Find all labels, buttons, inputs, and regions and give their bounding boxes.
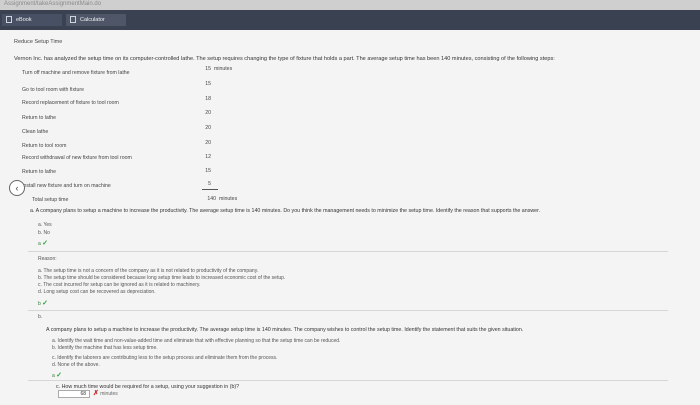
- total-value: 140: [207, 196, 216, 202]
- check-icon: ✓: [42, 240, 49, 247]
- step-unit: minutes: [214, 66, 233, 72]
- tab-calculator[interactable]: Calculator: [66, 14, 126, 26]
- calculator-icon: [70, 16, 76, 24]
- option-b[interactable]: c. Identify the laborers are contributin…: [52, 355, 277, 361]
- step-value: 20: [205, 110, 211, 116]
- step-label: Record withdrawal of new fixture from to…: [22, 155, 132, 161]
- question-b-label: b.: [38, 314, 43, 320]
- divider: [28, 310, 668, 311]
- url-text: Assignment/takeAssignmentMain.do: [4, 1, 102, 7]
- option-a-no[interactable]: b. No: [38, 230, 50, 236]
- reason-label: Reason:: [38, 256, 57, 262]
- reason-option[interactable]: c. The cost incurred for setup can be ig…: [38, 282, 200, 288]
- reason-option[interactable]: b. The setup time should be considered b…: [38, 275, 285, 281]
- answer-b: a ✓: [52, 371, 62, 379]
- book-icon: [6, 16, 12, 24]
- option-b[interactable]: d. None of the above.: [52, 362, 100, 368]
- question-a-prompt: a. A company plans to setup a machine to…: [30, 208, 541, 214]
- tool-tab-bar: eBook Calculator: [0, 10, 700, 30]
- step-label: Install new fixture and turn on machine: [22, 183, 111, 189]
- step-label: Return to tool room: [22, 143, 67, 149]
- check-icon: ✓: [56, 372, 63, 379]
- reason-option[interactable]: d. Long setup cost can be recovered as d…: [38, 289, 156, 295]
- answer-c-unit: minutes: [100, 391, 118, 397]
- option-a-yes[interactable]: a. Yes: [38, 222, 52, 228]
- step-label: Return to lathe: [22, 115, 57, 121]
- divider: [28, 251, 668, 252]
- chevron-left-icon: ‹: [15, 183, 19, 193]
- question-b-prompt: A company plans to setup a machine to in…: [46, 327, 524, 333]
- answer-reason: b ✓: [38, 299, 48, 307]
- step-value: 15: [205, 66, 211, 72]
- step-label: Record replacement of fixture to tool ro…: [22, 100, 119, 106]
- total-unit: minutes: [219, 196, 238, 202]
- check-icon: ✓: [42, 300, 49, 307]
- problem-title: Reduce Setup Time: [14, 39, 63, 45]
- step-value: 15: [205, 81, 211, 87]
- step-value: 15: [205, 168, 211, 174]
- step-label: Return to lathe: [22, 169, 57, 175]
- problem-intro: Vernon Inc. has analyzed the setup time …: [14, 56, 555, 62]
- previous-button[interactable]: ‹: [9, 180, 25, 196]
- option-b[interactable]: b. Identify the machine that has less se…: [52, 345, 158, 351]
- step-value: 12: [205, 154, 211, 160]
- answer-c-status: ✗ minutes: [93, 389, 118, 397]
- step-label: Clean lathe: [22, 129, 49, 135]
- tab-ebook[interactable]: eBook: [2, 14, 62, 26]
- x-mark-icon: ✗: [93, 390, 99, 397]
- browser-url-bar[interactable]: Assignment/takeAssignmentMain.do: [0, 0, 700, 10]
- divider: [28, 380, 668, 381]
- step-label: Go to tool room with fixture: [22, 87, 84, 93]
- step-value: 20: [205, 140, 211, 146]
- option-b[interactable]: a. Identify the wait time and non-value-…: [52, 338, 340, 344]
- answer-b-value: a: [52, 373, 55, 379]
- assignment-content: Reduce Setup Time Vernon Inc. has analyz…: [0, 30, 700, 405]
- answer-reason-value: b: [38, 301, 41, 307]
- sum-line: [202, 189, 218, 190]
- reason-option[interactable]: a. The setup time is not a concern of th…: [38, 268, 258, 274]
- tab-label: eBook: [16, 17, 32, 23]
- step-value: 5: [208, 181, 211, 187]
- step-label: Turn off machine and remove fixture from…: [22, 70, 130, 76]
- total-label: Total setup time: [32, 197, 69, 203]
- answer-a-value: a: [38, 241, 41, 247]
- tab-label: Calculator: [80, 17, 105, 23]
- step-value: 20: [205, 125, 211, 131]
- step-value: 18: [205, 96, 211, 102]
- setup-time-input[interactable]: 68: [58, 390, 90, 398]
- answer-a: a ✓: [38, 239, 48, 247]
